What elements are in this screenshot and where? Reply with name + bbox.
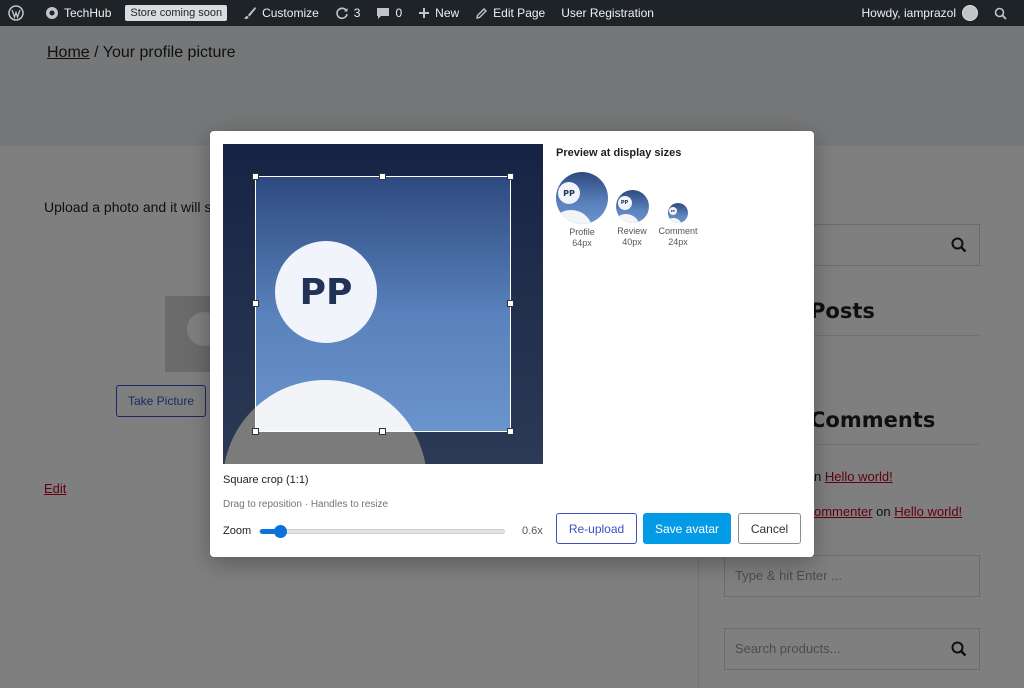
user-avatar [962,5,978,21]
avatar-crop-dialog: PP Square crop (1:1) Drag to reposition … [210,131,814,557]
avatar-initials-circle: PP [275,241,377,343]
store-status-badge-link[interactable]: Store coming soon [119,0,235,26]
preview-review-image: PP [615,190,649,223]
wordpress-icon [8,5,24,21]
admin-search-toggle[interactable] [986,0,1024,26]
preview-review: PP Review 40px [613,190,651,248]
brush-icon [244,7,257,19]
plus-icon [419,8,430,18]
refresh-icon [336,7,348,20]
zoom-label: Zoom [223,525,252,537]
resize-handle-bottom-left[interactable] [252,428,259,435]
preview-initials: PP [670,209,676,213]
preview-initials: PP [563,188,575,198]
crop-canvas[interactable]: PP [223,144,543,464]
preview-size: 24px [668,237,688,247]
crop-selection[interactable]: PP [255,176,511,432]
save-avatar-button[interactable]: Save avatar [643,513,731,544]
preview-profile: PP Profile 64px [556,172,608,249]
preview-name: Review [617,226,647,236]
cancel-button[interactable]: Cancel [738,513,801,544]
crop-help-text: Drag to reposition · Handles to resize [223,499,389,510]
edit-page-link[interactable]: Edit Page [467,0,553,26]
site-name: TechHub [64,6,112,20]
comments-count: 0 [395,6,403,20]
resize-handle-right[interactable] [507,300,514,307]
resize-handle-top[interactable] [379,173,386,180]
howdy-text: Howdy, iamprazol [861,6,956,20]
reupload-button[interactable]: Re-upload [556,513,637,544]
crop-title: Square crop (1:1) [223,474,309,486]
preview-comment: PP Comment 24px [656,203,700,248]
pencil-icon [476,7,488,19]
site-name-link[interactable]: TechHub [37,0,119,26]
comment-icon [377,8,390,19]
zoom-value: 0.6x [522,525,543,537]
preview-name: Comment [658,226,698,236]
resize-handle-top-left[interactable] [252,173,259,180]
home-icon [46,7,58,19]
wordpress-logo[interactable] [0,0,37,26]
avatar-initials: PP [299,271,353,313]
comments-link[interactable]: 0 [368,0,410,26]
preview-initials: PP [620,200,629,206]
preview-comment-image: PP [668,203,688,223]
avatar-shoulders [256,380,427,431]
preview-size: 40px [622,237,642,247]
resize-handle-left[interactable] [252,300,259,307]
preview-profile-image: PP [556,172,608,224]
customize-label: Customize [262,6,319,20]
new-content-link[interactable]: New [410,0,467,26]
new-label: New [435,6,460,20]
resize-handle-bottom-right[interactable] [507,428,514,435]
resize-handle-bottom[interactable] [379,428,386,435]
user-registration-label: User Registration [561,6,654,20]
store-status-badge: Store coming soon [125,5,228,21]
preview-size: 64px [572,238,592,248]
search-icon [994,7,1007,20]
preview-title: Preview at display sizes [556,147,682,159]
edit-page-label: Edit Page [493,6,546,20]
user-registration-link[interactable]: User Registration [553,0,662,26]
preview-name: Profile [569,227,595,237]
account-menu[interactable]: Howdy, iamprazol [854,0,986,26]
zoom-slider-thumb[interactable] [274,525,287,538]
updates-count: 3 [353,6,361,20]
admin-bar: TechHub Store coming soon Customize 3 0 … [0,0,1024,26]
resize-handle-top-right[interactable] [507,173,514,180]
customize-link[interactable]: Customize [235,0,327,26]
zoom-slider[interactable] [259,525,505,538]
updates-link[interactable]: 3 [327,0,369,26]
